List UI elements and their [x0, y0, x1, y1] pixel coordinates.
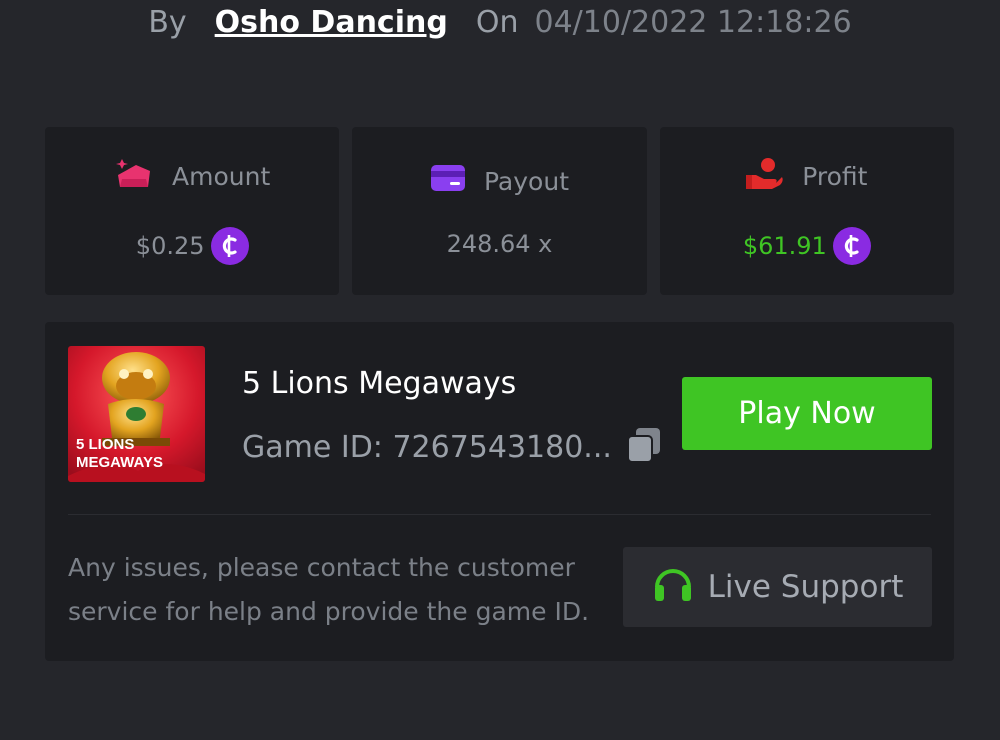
- payout-label: Payout: [483, 166, 569, 196]
- support-help-text: Any issues, please contact the customer …: [68, 553, 590, 626]
- game-card: 5 LIONS MEGAWAYS 5 Lions Megaways Game I…: [45, 322, 954, 661]
- profit-value: $61.91: [742, 232, 827, 260]
- bet-datetime: 04/10/2022 12:18:26: [534, 4, 852, 40]
- thumb-title-line1: 5 LIONS: [76, 436, 134, 453]
- hand-money-icon: [746, 157, 784, 195]
- on-label: On: [475, 4, 519, 40]
- username-link[interactable]: Osho Dancing: [215, 5, 448, 40]
- payout-stat-card: Payout 248.64 x: [352, 127, 647, 295]
- play-now-button[interactable]: Play Now: [682, 377, 932, 450]
- amount-value: $0.25: [135, 232, 205, 260]
- coin-icon: [210, 227, 249, 265]
- game-id-row: Game ID: 7267543180...: [242, 426, 662, 468]
- bet-byline: By Osho Dancing On 04/10/2022 12:18:26: [0, 0, 1000, 44]
- wallet-add-icon: [114, 157, 154, 195]
- coin-icon: [832, 227, 871, 265]
- divider: [68, 514, 931, 515]
- game-id-text: Game ID: 7267543180...: [242, 429, 612, 465]
- credit-card-icon: [430, 164, 466, 198]
- profit-stat-card: Profit $61.91: [659, 127, 954, 295]
- copy-icon[interactable]: [626, 426, 662, 468]
- amount-stat-card: Amount $0.25: [45, 127, 340, 295]
- amount-label: Amount: [172, 161, 271, 191]
- headset-icon: [652, 563, 694, 611]
- by-label: By: [148, 4, 187, 40]
- payout-value: 248.64 x: [446, 230, 553, 258]
- game-title: 5 Lions Megaways: [242, 366, 517, 401]
- live-support-button[interactable]: Live Support: [623, 547, 932, 627]
- bet-stats: Amount $0.25 Payout 248.64 x Profit $61.…: [45, 127, 954, 295]
- live-support-label: Live Support: [707, 569, 904, 605]
- thumb-title-line2: MEGAWAYS: [76, 454, 163, 471]
- game-thumbnail[interactable]: 5 LIONS MEGAWAYS: [68, 346, 205, 482]
- profit-label: Profit: [802, 161, 868, 191]
